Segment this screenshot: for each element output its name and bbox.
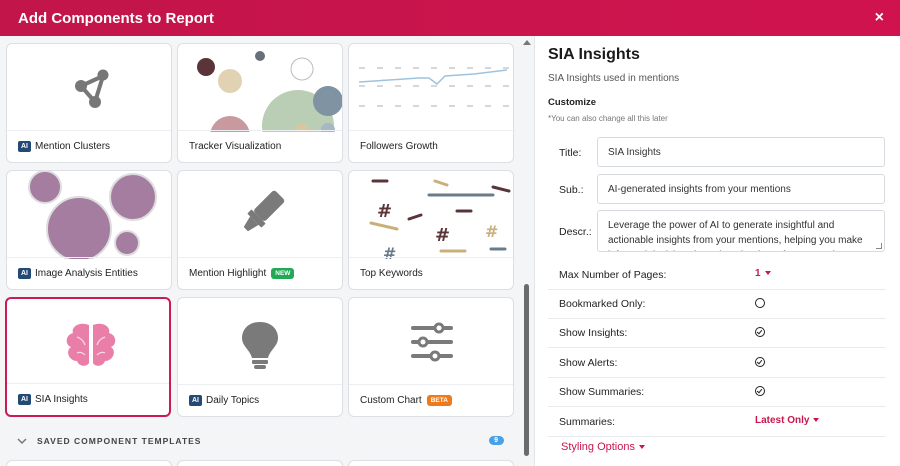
- option-bookmarked-only: Bookmarked Only:: [548, 290, 886, 319]
- line-chart-icon: [349, 44, 513, 132]
- summaries-dropdown[interactable]: Latest Only: [755, 415, 820, 426]
- lightbulb-icon: [178, 298, 342, 386]
- card-stub: [348, 460, 514, 466]
- card-footer: Tracker Visualization: [178, 130, 342, 162]
- bookmarked-only-radio[interactable]: [755, 298, 765, 308]
- description-text: Leverage the power of AI to generate ins…: [608, 220, 863, 251]
- component-card-top-keywords[interactable]: # # # # Top Keywords: [348, 170, 514, 290]
- sliders-icon: [349, 298, 513, 386]
- card-label: Image Analysis Entities: [35, 268, 138, 279]
- chevron-down-icon: [17, 438, 27, 445]
- show-alerts-check[interactable]: [755, 357, 765, 367]
- ai-badge: AI: [18, 268, 31, 279]
- component-card-image-analysis-entities[interactable]: AI Image Analysis Entities: [6, 170, 172, 290]
- bubble-image-icon: [7, 171, 171, 262]
- card-footer: Followers Growth: [349, 130, 513, 162]
- title-label: Title:: [559, 147, 582, 159]
- card-footer: AI SIA Insights: [7, 383, 169, 415]
- card-label: Top Keywords: [360, 268, 423, 279]
- card-footer: AI Daily Topics: [178, 384, 342, 416]
- max-pages-dropdown[interactable]: 1: [755, 268, 771, 279]
- option-show-insights: Show Insights:: [548, 319, 886, 348]
- component-card-custom-chart[interactable]: Custom Chart BETA: [348, 297, 514, 417]
- caret-down-icon: [764, 271, 771, 276]
- card-label: Mention Highlight: [189, 268, 267, 279]
- styling-options-toggle[interactable]: Styling Options: [561, 441, 645, 453]
- customize-note: *You can also change all this later: [548, 114, 668, 123]
- svg-text:#: #: [377, 201, 392, 222]
- show-summaries-check[interactable]: [755, 386, 765, 396]
- beta-badge: BETA: [426, 395, 452, 406]
- max-pages-value: 1: [755, 268, 761, 279]
- bubble-chart-icon: [178, 44, 342, 162]
- card-stub: [6, 460, 172, 466]
- card-footer: AI Mention Clusters: [7, 130, 171, 162]
- card-label: Mention Clusters: [35, 141, 111, 152]
- title-field[interactable]: SIA Insights: [597, 137, 885, 167]
- option-label: Show Alerts:: [559, 357, 618, 369]
- summaries-value: Latest Only: [755, 415, 810, 426]
- saved-templates-toggle[interactable]: SAVED COMPONENT TEMPLATES 9: [7, 428, 514, 454]
- card-label: SIA Insights: [35, 394, 88, 405]
- saved-templates-label: SAVED COMPONENT TEMPLATES: [37, 436, 202, 446]
- keywords-icon: # # # #: [349, 171, 513, 263]
- panel-title: SIA Insights: [548, 46, 640, 63]
- cluster-icon: [7, 44, 171, 132]
- option-max-pages: Max Number of Pages: 1: [548, 261, 886, 290]
- subtitle-field[interactable]: AI-generated insights from your mentions: [597, 174, 885, 204]
- brain-icon: [7, 299, 169, 387]
- option-label: Max Number of Pages:: [559, 269, 667, 281]
- card-stub: [177, 460, 343, 466]
- card-label: Daily Topics: [206, 395, 260, 406]
- saved-templates-count: 9: [489, 436, 504, 445]
- option-label: Summaries:: [559, 416, 616, 428]
- sub-label: Sub.:: [559, 184, 584, 196]
- option-show-alerts: Show Alerts:: [548, 349, 886, 378]
- descr-label: Descr.:: [559, 226, 592, 238]
- svg-text:#: #: [435, 225, 450, 246]
- card-footer: Top Keywords: [349, 257, 513, 289]
- option-label: Show Insights:: [559, 327, 628, 339]
- scroll-up-icon[interactable]: [523, 40, 531, 45]
- customize-heading: Customize: [548, 97, 597, 108]
- card-label: Custom Chart: [360, 395, 422, 406]
- caret-down-icon: [638, 445, 645, 450]
- component-card-mention-clusters[interactable]: AI Mention Clusters: [6, 43, 172, 163]
- component-card-tracker-visualization[interactable]: Tracker Visualization: [177, 43, 343, 163]
- ai-badge: AI: [18, 394, 31, 405]
- highlighter-icon: [178, 171, 342, 259]
- dialog-header: Add Components to Report ×: [0, 0, 900, 36]
- option-summaries: Summaries: Latest Only: [548, 408, 886, 437]
- close-icon[interactable]: ×: [875, 9, 884, 27]
- resize-handle-icon[interactable]: [876, 243, 882, 249]
- ai-badge: AI: [18, 141, 31, 152]
- card-footer: AI Image Analysis Entities: [7, 257, 171, 289]
- show-insights-check[interactable]: [755, 327, 765, 337]
- caret-down-icon: [813, 418, 820, 423]
- option-label: Show Summaries:: [559, 386, 645, 398]
- new-badge: NEW: [271, 268, 295, 279]
- dialog-title: Add Components to Report: [18, 9, 214, 27]
- panel-subtitle: SIA Insights used in mentions: [548, 73, 680, 84]
- card-footer: Mention Highlight NEW: [178, 257, 342, 289]
- description-field[interactable]: Leverage the power of AI to generate ins…: [597, 210, 885, 252]
- styling-options-label: Styling Options: [561, 441, 635, 453]
- option-label: Bookmarked Only:: [559, 298, 646, 310]
- card-footer: Custom Chart BETA: [349, 384, 513, 416]
- scroll-thumb[interactable]: [524, 284, 529, 456]
- component-card-followers-growth[interactable]: Followers Growth: [348, 43, 514, 163]
- settings-panel: SIA Insights SIA Insights used in mentio…: [534, 36, 900, 466]
- ai-badge: AI: [189, 395, 202, 406]
- gallery-scrollbar[interactable]: [520, 36, 534, 466]
- card-label: Followers Growth: [360, 141, 438, 152]
- svg-text:#: #: [485, 222, 498, 241]
- card-label: Tracker Visualization: [189, 141, 282, 152]
- component-gallery: AI Mention Clusters Tracker Visualizatio…: [0, 36, 520, 466]
- component-card-daily-topics[interactable]: AI Daily Topics: [177, 297, 343, 417]
- component-card-sia-insights[interactable]: AI SIA Insights: [5, 297, 171, 417]
- option-show-summaries: Show Summaries:: [548, 378, 886, 407]
- component-card-mention-highlight[interactable]: Mention Highlight NEW: [177, 170, 343, 290]
